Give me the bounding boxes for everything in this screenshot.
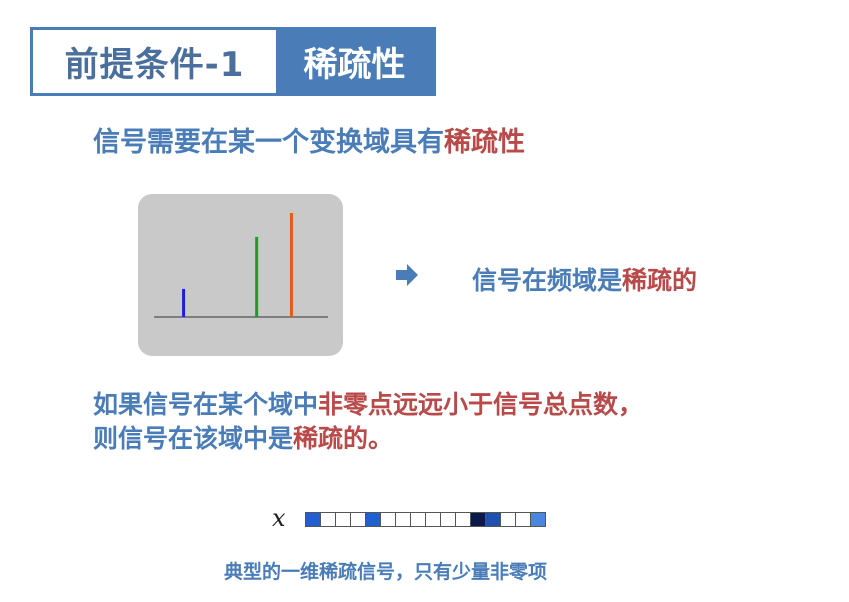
freq-prefix: 信号在频域是 <box>472 266 623 295</box>
heading-highlight: 稀疏性 <box>444 127 525 158</box>
right-arrow-icon <box>396 264 418 286</box>
vector-cell <box>396 513 411 526</box>
sparse-vector <box>305 512 546 527</box>
vector-cell <box>411 513 426 526</box>
vector-cell <box>336 513 351 526</box>
vector-label: x <box>272 504 286 532</box>
para-line1-highlight: 非零点远远小于信号总点数， <box>318 390 644 419</box>
heading-prefix: 信号需要在某一个变换域具有 <box>93 127 444 158</box>
vector-cell <box>471 513 486 526</box>
vector-cell <box>531 513 545 526</box>
spectrum-figure <box>138 194 343 356</box>
caption: 典型的一维稀疏信号，只有少量非零项 <box>224 561 548 583</box>
heading: 信号需要在某一个变换域具有稀疏性 <box>93 120 525 159</box>
vector-cell <box>306 513 321 526</box>
title-right: 稀疏性 <box>276 30 433 93</box>
vector-cell <box>381 513 396 526</box>
vector-cell <box>441 513 456 526</box>
vector-cell <box>516 513 531 526</box>
vector-cell <box>501 513 516 526</box>
definition-paragraph: 如果信号在某个域中非零点远远小于信号总点数， 则信号在该域中是稀疏的。 <box>93 388 643 456</box>
vector-cell <box>426 513 441 526</box>
para-line-2: 则信号在该域中是稀疏的。 <box>93 422 643 456</box>
para-line2-prefix: 则信号在该域中是 <box>93 424 294 453</box>
title-left: 前提条件-1 <box>64 45 245 85</box>
vector-cell <box>486 513 501 526</box>
vector-cell <box>321 513 336 526</box>
para-line-1: 如果信号在某个域中非零点远远小于信号总点数， <box>93 388 643 422</box>
para-line2-highlight: 稀疏的。 <box>293 424 394 453</box>
title-box: 前提条件-1 稀疏性 <box>30 27 436 96</box>
frequency-sparse-text: 信号在频域是稀疏的 <box>472 261 697 297</box>
freq-highlight: 稀疏的 <box>622 266 698 295</box>
para-line1-prefix: 如果信号在某个域中 <box>93 390 319 419</box>
vector-cell <box>351 513 366 526</box>
spectrum-plot <box>154 213 328 318</box>
vector-cell <box>456 513 471 526</box>
vector-cell <box>366 513 381 526</box>
